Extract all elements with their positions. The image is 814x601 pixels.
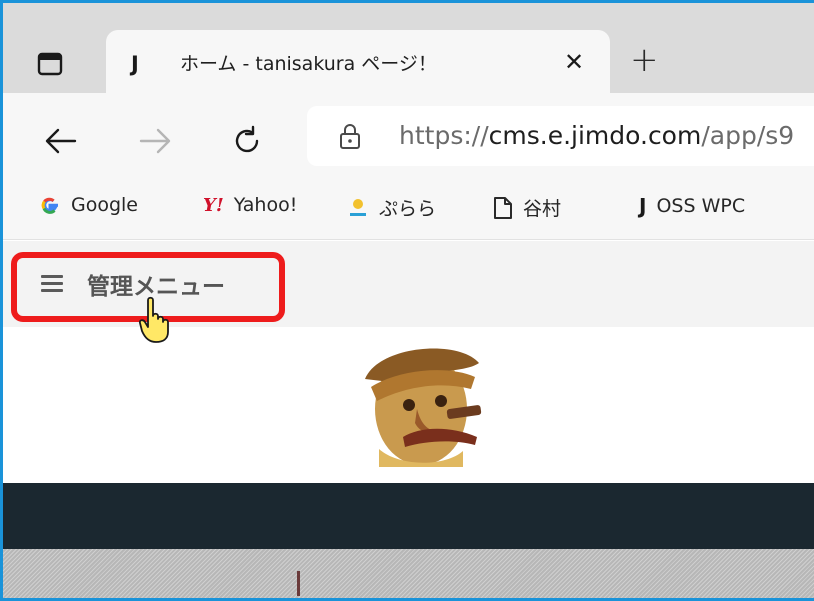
bookmark-label: 谷村	[523, 198, 562, 220]
hand-pointer-icon	[138, 296, 169, 343]
google-icon	[39, 194, 61, 216]
tab-strip: J ホーム - tanisakura ページ！ ✕ +	[3, 3, 814, 93]
bookmark-yahoo[interactable]: Y! Yahoo!	[203, 194, 297, 216]
site-header-band	[3, 483, 814, 549]
refresh-button[interactable]	[227, 121, 267, 161]
bookmarks-bar: Google Y! Yahoo! ぷらら 谷村 J OSS WPC	[3, 180, 814, 240]
bookmark-label: Google	[71, 194, 139, 216]
url-text: https://cms.e.jimdo.com/app/s9	[399, 121, 794, 150]
yahoo-icon: Y!	[203, 194, 224, 216]
purara-icon	[347, 196, 369, 220]
lock-icon[interactable]	[339, 124, 361, 150]
browser-toolbar: https://cms.e.jimdo.com/app/s9	[3, 93, 814, 180]
background-mark	[297, 571, 300, 596]
url-path: /app/s9	[701, 121, 795, 150]
url-scheme: https://	[399, 121, 489, 150]
back-arrow-icon	[45, 128, 77, 154]
bookmark-tanimura[interactable]: 谷村	[493, 194, 561, 221]
url-host: cms.e.jimdo.com	[488, 121, 702, 150]
close-tab-button[interactable]: ✕	[564, 50, 584, 74]
jimdo-favicon-icon: J	[131, 52, 139, 76]
active-tab[interactable]: J ホーム - tanisakura ページ！ ✕	[106, 30, 610, 93]
bookmark-label: Yahoo!	[233, 194, 298, 216]
bookmark-oss-wpc[interactable]: J OSS WPC	[639, 194, 745, 218]
address-bar[interactable]: https://cms.e.jimdo.com/app/s9	[307, 106, 814, 166]
new-tab-button[interactable]: +	[630, 43, 659, 77]
bookmark-google[interactable]: Google	[39, 194, 138, 216]
bookmark-label: ぷらら	[379, 198, 437, 220]
tab-actions-button[interactable]	[33, 47, 67, 81]
tab-actions-icon	[37, 52, 63, 76]
bookmark-purara[interactable]: ぷらら	[347, 194, 436, 221]
refresh-icon	[235, 125, 259, 153]
forward-button[interactable]	[135, 121, 175, 161]
bookmark-label: OSS WPC	[656, 195, 746, 217]
page-icon	[493, 196, 513, 220]
jimdo-icon: J	[639, 194, 647, 218]
back-button[interactable]	[41, 121, 81, 161]
page-content	[3, 327, 814, 483]
tab-title: ホーム - tanisakura ページ！	[180, 53, 437, 75]
site-logo-image[interactable]	[359, 339, 484, 467]
forward-arrow-icon	[139, 128, 171, 154]
site-background-pattern	[3, 549, 814, 598]
